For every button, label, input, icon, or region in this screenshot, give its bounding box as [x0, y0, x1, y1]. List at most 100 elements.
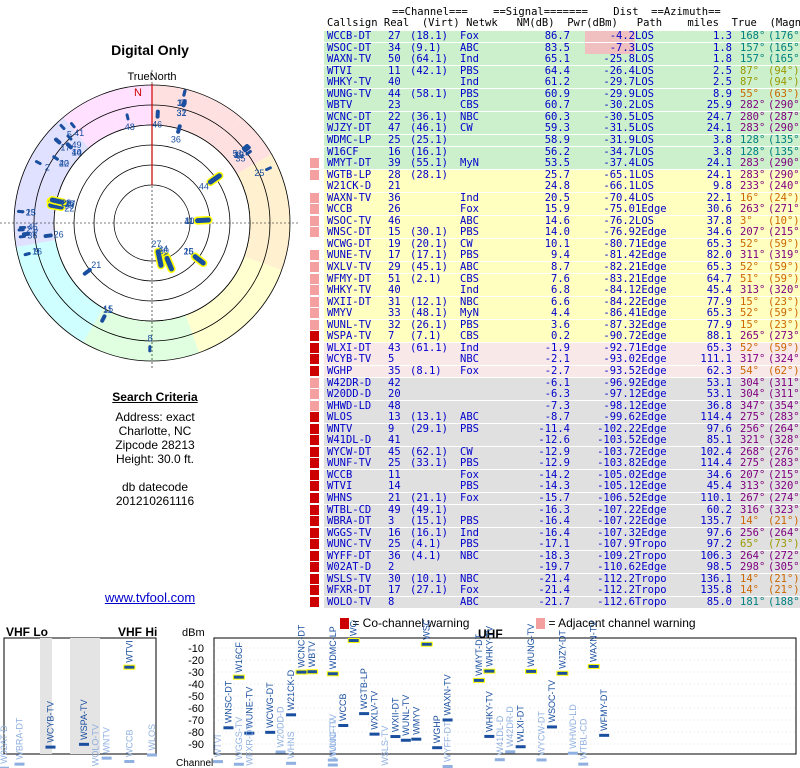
table-row: WSPA-TV 7 (7.1) CBS 0.2 -90.7 2Edge 88.1 265° (27…: [310, 330, 800, 343]
power: -30.5: [603, 110, 635, 123]
noise-margin: 7.6: [551, 272, 570, 285]
table-row: WGTB-LP 28 (28.1) 25.7 -65.1 LOS 24.1 283° (290°…: [310, 169, 800, 181]
station-callsign-label: WCWG-DT: [265, 682, 275, 728]
noise-margin: 60.9: [544, 87, 570, 100]
table-row: WNTV 9 (29.1) PBS -11.4 -102.2 2Edge 97.6 256° (2…: [310, 422, 800, 435]
azimuth-magnetic: (311°): [768, 388, 800, 401]
power: -70.4: [603, 191, 635, 204]
station-callsign-label: W41DL-D: [495, 715, 505, 755]
network: ABC: [460, 261, 479, 273]
station-spoke: [43, 233, 53, 239]
station-bar: [369, 732, 380, 736]
path: LOS: [635, 157, 654, 170]
path: LOS: [635, 76, 654, 89]
path: 2Edge: [635, 561, 667, 574]
distance: 8.9: [713, 87, 732, 100]
criteria-address: Address: exact: [115, 410, 195, 424]
distance: 45.4: [706, 480, 732, 493]
table-row: WSOC-TV 46 ABC 14.6 -76.2 LOS 37.8 3° (10°): [310, 214, 800, 227]
callsign: WSOC-TV: [327, 214, 372, 227]
azimuth-true: 128°: [740, 133, 766, 146]
station-bar: [505, 750, 516, 754]
real-channel: 42: [388, 376, 401, 389]
noise-margin: 60.3: [544, 110, 570, 123]
callsign: WMYT-DT: [327, 157, 372, 170]
azimuth-magnetic: (59°): [768, 261, 800, 273]
station-bar: [599, 733, 610, 737]
station-spoke: [69, 122, 76, 129]
azimuth-true: 256°: [740, 526, 766, 539]
station-spoke: [23, 252, 31, 257]
station-bar: [411, 737, 422, 741]
co-channel-warning-icon: [310, 412, 319, 423]
callsign: WXLV-TV: [327, 261, 372, 273]
azimuth-true: 157°: [740, 53, 766, 66]
station-callsign-label: WSLS-TV: [380, 726, 390, 766]
y-tick-label: -70: [188, 715, 204, 727]
station-bar: [101, 756, 112, 760]
station-callsign-label: WAXN-TV: [443, 674, 453, 715]
power: -81.4: [603, 249, 635, 262]
station-bar: [421, 642, 432, 646]
distance: 24.7: [706, 110, 732, 123]
network: Ind: [460, 53, 479, 66]
distance: 60.2: [706, 503, 732, 516]
co-channel-warning-icon: [310, 493, 319, 503]
station-channel-label: 36: [27, 231, 37, 241]
power: -66.1: [603, 180, 635, 193]
azimuth-true: 256°: [740, 422, 766, 435]
azimuth-true: 283°: [740, 122, 766, 135]
noise-margin: -14.3: [538, 480, 570, 493]
path: LOS: [635, 30, 654, 42]
adjacent-channel-warning-icon: [310, 158, 319, 169]
station-spoke: [243, 146, 251, 152]
station-bar: [124, 760, 135, 763]
station-spoke: [50, 197, 61, 204]
table-row: WFMY-DT 51 (2.1) CBS 7.6 -83.2 1Edge 64.7 51° (59…: [310, 272, 800, 285]
virtual-channel: (36.1): [410, 110, 448, 123]
azimuth-magnetic: (135°): [768, 145, 800, 158]
azimuth-true: 52°: [740, 237, 759, 250]
callsign: WTBL-CD: [327, 503, 372, 516]
azimuth-magnetic: (62°): [768, 364, 800, 377]
noise-margin: 4.4: [551, 307, 570, 320]
station-channel-label: 36: [171, 135, 181, 145]
station-bar: [432, 746, 443, 750]
distance: 88.1: [706, 330, 732, 343]
station-callsign-label: WHKY-TV: [484, 691, 494, 732]
station-bar: [515, 745, 526, 749]
azimuth-magnetic: (271°): [768, 203, 800, 216]
co-channel-warning-icon: [310, 423, 319, 434]
dbcode-label: db datecode: [121, 480, 189, 494]
azimuth-magnetic: (240°): [768, 180, 800, 193]
azimuth-magnetic: (290°): [768, 122, 800, 135]
spectrum-chart: VHF Lo VHF Hi UHFdBmChannel-10-20-30-40-50…: [0, 620, 797, 768]
table-row: WCCB 11 Fox -14.2 -105.02Edge 34.6 207°(215°): [310, 468, 800, 481]
station-callsign-label: WMYT-DT: [474, 633, 484, 675]
noise-margin: 10.1: [544, 237, 570, 250]
real-channel: 11: [388, 468, 401, 481]
y-tick-label: -30: [188, 667, 204, 679]
criteria-city: Charlotte, NC: [118, 424, 192, 438]
callsign: WGGS-TV: [327, 526, 372, 539]
noise-margin: 60.7: [544, 99, 570, 112]
azimuth-magnetic: (324°): [768, 353, 800, 366]
virtual-channel: (46.1): [410, 122, 448, 135]
station-callsign-label: WAXN-TV: [589, 621, 599, 662]
network: PBS: [460, 64, 479, 77]
table-row: WXLV-TV 29 (45.1) ABC 8.7 -82.2 1Edge 65.3 52° (5…: [310, 262, 800, 273]
callsign: WSOC-DT: [327, 41, 372, 54]
path: 2Edge: [635, 503, 667, 516]
path: Tropo: [635, 549, 667, 562]
azimuth-true: 268°: [740, 445, 766, 458]
station-channel-label: 16: [184, 247, 194, 257]
real-channel: 2: [388, 561, 395, 574]
table-row: WUNF-TV 25 (33.1) PBS -12.9 -103.8 2Edge 114.4 2…: [310, 458, 800, 470]
virtual-channel: (62.1): [410, 445, 448, 458]
tvfool-link[interactable]: www.tvfool.com: [60, 590, 240, 605]
station-bar: [578, 762, 589, 766]
station-channel-label: 21: [91, 260, 101, 270]
path: Tropo: [635, 595, 667, 608]
network: MyN: [460, 307, 479, 320]
path: 2Edge: [635, 376, 667, 389]
